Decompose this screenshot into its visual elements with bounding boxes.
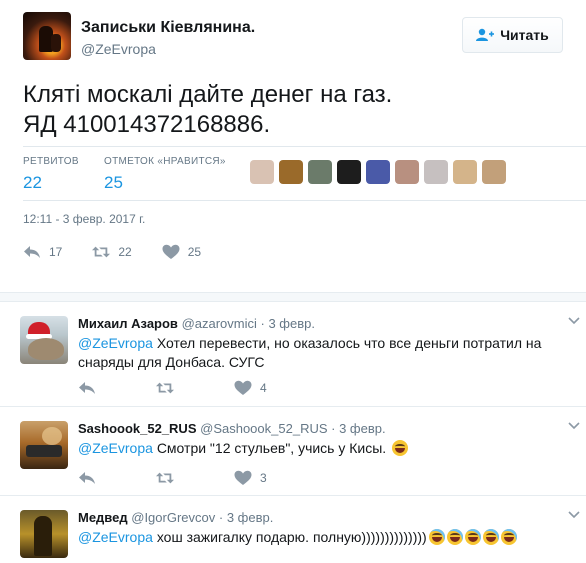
reply-mention[interactable]: @ZeEvropa bbox=[78, 440, 153, 456]
reply-text: @ZeEvropa хош зажигалку подарю. полную))… bbox=[78, 528, 568, 547]
reply-tweet[interactable]: Медвед @IgorGrevcov · 3 февр. @ZeEvropa … bbox=[0, 497, 586, 563]
liker-avatar[interactable] bbox=[453, 160, 477, 184]
retweet-button[interactable] bbox=[156, 470, 174, 486]
chevron-down-icon[interactable] bbox=[568, 422, 580, 430]
author-handle[interactable]: @ZeEvropa bbox=[81, 41, 156, 57]
reply-author-name[interactable]: Sashoook_52_RUS bbox=[78, 421, 197, 436]
emoji-tears-of-joy-icon bbox=[428, 529, 445, 545]
reply-author-name[interactable]: Михаил Азаров bbox=[78, 316, 178, 331]
reply-header: Sashoook_52_RUS @Sashoook_52_RUS · 3 фев… bbox=[78, 421, 386, 436]
reply-text: @ZeEvropa Смотри "12 стульев", учись у К… bbox=[78, 439, 568, 458]
avatar[interactable] bbox=[20, 421, 68, 469]
reply-date[interactable]: · 3 февр. bbox=[219, 510, 273, 525]
reply-actions: 3 bbox=[78, 470, 327, 486]
author-name[interactable]: Записьки Кіевлянина. bbox=[81, 19, 255, 37]
thread-separator bbox=[0, 292, 586, 302]
divider bbox=[23, 146, 586, 147]
reply-text: @ZeEvropa Хотел перевести, но оказалось … bbox=[78, 334, 568, 372]
retweet-icon bbox=[92, 246, 111, 258]
liker-avatar[interactable] bbox=[395, 160, 419, 184]
divider bbox=[23, 200, 586, 201]
emoji-tears-of-joy-icon bbox=[500, 529, 517, 545]
tweet-text-line-2: ЯД 410014372168886. bbox=[23, 111, 271, 138]
avatar-figure-2 bbox=[51, 34, 61, 52]
follow-button[interactable]: Читать bbox=[462, 17, 563, 53]
likes-label: ОТМЕТОК «НРАВИТСЯ» bbox=[104, 156, 226, 167]
reply-mention[interactable]: @ZeEvropa bbox=[78, 335, 153, 351]
liker-avatar[interactable] bbox=[424, 160, 448, 184]
retweet-button[interactable] bbox=[156, 380, 174, 396]
retweet-count: 22 bbox=[118, 245, 132, 259]
hedgehog-shape bbox=[28, 338, 64, 360]
chevron-down-icon[interactable] bbox=[568, 511, 580, 519]
emoji-tears-of-joy-icon bbox=[464, 529, 481, 545]
like-count: 25 bbox=[187, 245, 202, 259]
emoji-tears-of-joy-icon bbox=[446, 529, 463, 545]
follow-user-icon bbox=[476, 28, 495, 41]
retweet-button[interactable]: 22 bbox=[92, 244, 132, 260]
retweet-icon bbox=[156, 472, 174, 484]
emoji-tears-of-joy-icon bbox=[482, 529, 499, 545]
reply-actions: 4 bbox=[78, 380, 327, 396]
retweets-stat[interactable]: РЕТВИТОВ 22 bbox=[23, 156, 79, 193]
reply-author-handle[interactable]: @azarovmici bbox=[182, 316, 257, 331]
tweet-text: Кляті москалі дайте денег на газ. ЯД 4100… bbox=[23, 80, 392, 140]
reply-date[interactable]: · 3 февр. bbox=[261, 316, 315, 331]
chevron-down-icon[interactable] bbox=[568, 317, 580, 325]
like-count: 4 bbox=[260, 381, 267, 395]
heart-icon bbox=[162, 244, 180, 259]
reply-button[interactable]: 17 bbox=[23, 244, 62, 260]
reply-tweet[interactable]: Sashoook_52_RUS @Sashoook_52_RUS · 3 фев… bbox=[0, 408, 586, 496]
main-tweet: Записьки Кіевлянина. @ZeEvropa Читать Кл… bbox=[0, 0, 586, 292]
heart-icon bbox=[234, 470, 252, 485]
avatar[interactable] bbox=[20, 316, 68, 364]
emoji-grin-icon bbox=[392, 440, 409, 456]
reply-count: 17 bbox=[49, 245, 63, 259]
figure-shape bbox=[34, 516, 52, 556]
reply-icon bbox=[79, 472, 95, 484]
reply-header: Медвед @IgorGrevcov · 3 февр. bbox=[78, 510, 273, 525]
like-button[interactable]: 4 bbox=[234, 380, 267, 396]
liker-avatar[interactable] bbox=[308, 160, 332, 184]
likes-count: 25 bbox=[104, 173, 123, 192]
tweet-actions: 17 22 25 bbox=[23, 244, 231, 260]
avatar[interactable] bbox=[20, 510, 68, 558]
reply-icon bbox=[79, 382, 95, 394]
liker-avatar[interactable] bbox=[250, 160, 274, 184]
like-button[interactable]: 3 bbox=[234, 470, 267, 486]
retweet-icon bbox=[156, 382, 174, 394]
reply-author-handle[interactable]: @Sashoook_52_RUS bbox=[200, 421, 327, 436]
author-avatar[interactable] bbox=[23, 12, 71, 60]
liker-avatar[interactable] bbox=[337, 160, 361, 184]
reply-date[interactable]: · 3 февр. bbox=[331, 421, 385, 436]
reply-body: хош зажигалку подарю. полную))))))))))))… bbox=[156, 529, 427, 545]
like-button[interactable]: 25 bbox=[162, 244, 201, 260]
vehicle-shape bbox=[26, 445, 62, 457]
reply-button[interactable] bbox=[78, 380, 96, 396]
liker-avatar[interactable] bbox=[366, 160, 390, 184]
tweet-text-line-1: Кляті москалі дайте денег на газ. bbox=[23, 81, 393, 108]
heart-icon bbox=[234, 380, 252, 395]
liker-avatar[interactable] bbox=[482, 160, 506, 184]
reply-author-name[interactable]: Медвед bbox=[78, 510, 128, 525]
reply-icon bbox=[24, 246, 40, 258]
reply-tweet[interactable]: Михаил Азаров @azarovmici · 3 февр. @ZeE… bbox=[0, 303, 586, 407]
follow-button-label: Читать bbox=[500, 27, 549, 43]
tweet-timestamp[interactable]: 12:11 - 3 февр. 2017 г. bbox=[23, 212, 145, 226]
like-count: 3 bbox=[260, 471, 267, 485]
liker-avatar[interactable] bbox=[279, 160, 303, 184]
reply-author-handle[interactable]: @IgorGrevcov bbox=[131, 510, 215, 525]
reply-header: Михаил Азаров @azarovmici · 3 февр. bbox=[78, 316, 315, 331]
retweets-label: РЕТВИТОВ bbox=[23, 156, 79, 167]
reply-mention[interactable]: @ZeEvropa bbox=[78, 529, 153, 545]
smoke-shape bbox=[42, 427, 62, 445]
retweets-count: 22 bbox=[23, 173, 42, 192]
likes-stat[interactable]: ОТМЕТОК «НРАВИТСЯ» 25 bbox=[104, 156, 226, 193]
reply-button[interactable] bbox=[78, 470, 96, 486]
likers-avatars bbox=[250, 160, 506, 184]
reply-body: Смотри "12 стульев", учись у Кисы. bbox=[156, 440, 387, 456]
